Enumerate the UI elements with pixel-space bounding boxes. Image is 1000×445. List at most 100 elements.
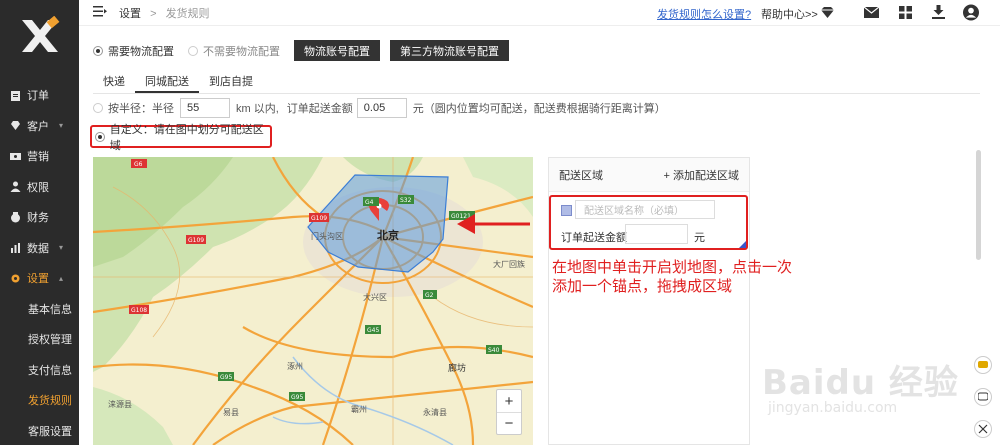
- sidebar-subitem-authorization[interactable]: 授权管理: [0, 324, 79, 355]
- user-icon: [9, 181, 21, 193]
- breadcrumb-separator: >: [150, 7, 157, 20]
- top-bar: 设置 > 发货规则 发货规则怎么设置? 帮助中心>>: [79, 0, 1000, 26]
- radio-radius-rule[interactable]: [93, 103, 103, 113]
- sidebar-item-orders[interactable]: 订单: [0, 80, 79, 111]
- panel-header: 配送区域 + 添加配送区域: [549, 158, 749, 192]
- sidebar-item-label: 订单: [27, 90, 49, 103]
- panel-title: 配送区域: [559, 169, 603, 182]
- delivery-zone-panel: 配送区域 + 添加配送区域 配送区域名称（必填） 订单起送金额 元: [548, 157, 750, 445]
- sidebar-item-permissions[interactable]: 权限: [0, 172, 79, 203]
- sidebar-item-label: 营销: [27, 151, 49, 164]
- radius-rule-row: 按半径：半径 55 km 以内, 订单起送金额 0.05 元（圆内位置均可配送，…: [93, 98, 666, 118]
- sidebar-subitem-label: 客服设置: [28, 425, 72, 438]
- bar-chart-icon: [9, 242, 21, 254]
- delivery-tabs: 快递 同城配送 到店自提: [93, 72, 980, 94]
- help-center-link[interactable]: 帮助中心>>: [761, 6, 818, 22]
- radio-no-logistics[interactable]: [188, 45, 198, 56]
- sidebar-subitem-payment[interactable]: 支付信息: [0, 355, 79, 386]
- breadcrumb-current: 发货规则: [165, 7, 210, 20]
- sidebar-subitem-shipping-rules[interactable]: 发货规则: [0, 385, 79, 416]
- mail-icon[interactable]: [863, 4, 879, 20]
- map-zoom-control: + −: [496, 389, 522, 435]
- sidebar-item-label: 权限: [27, 181, 49, 194]
- radio-need-logistics[interactable]: [93, 45, 103, 56]
- svg-text:大兴区: 大兴区: [363, 292, 387, 302]
- help-link[interactable]: 发货规则怎么设置?: [657, 6, 751, 22]
- sidebar-subitem-label: 支付信息: [28, 364, 72, 377]
- chevron-down-icon: ▾: [59, 243, 64, 253]
- sidebar-subitem-label: 授权管理: [28, 334, 72, 347]
- tab-local-delivery[interactable]: 同城配送: [135, 72, 199, 93]
- red-arrow-icon: [457, 214, 530, 234]
- radius-input[interactable]: 55: [180, 98, 230, 118]
- watermark-url: jingyan.baidu.com: [768, 400, 898, 416]
- menu-toggle-icon[interactable]: [93, 5, 107, 20]
- breadcrumb-root[interactable]: 设置: [119, 8, 141, 20]
- app-logo-icon: [21, 16, 59, 52]
- add-zone-button[interactable]: + 添加配送区域: [664, 167, 739, 183]
- zone-fee-input[interactable]: [625, 224, 688, 244]
- svg-text:门头沟区: 门头沟区: [311, 231, 343, 241]
- tab-express[interactable]: 快递: [93, 72, 135, 93]
- zoom-in-button[interactable]: +: [497, 390, 521, 412]
- diamond-icon[interactable]: [819, 4, 835, 20]
- logistics-account-button[interactable]: 物流账号配置: [294, 40, 380, 61]
- sidebar-item-settings[interactable]: 设置 ▴: [0, 263, 79, 294]
- svg-text:G95: G95: [291, 394, 303, 401]
- delivery-map[interactable]: G6 G109 G109 G108 G95 G4 S32 G2 G45 S40 …: [93, 157, 533, 445]
- city-label-beijing: 北京: [377, 228, 399, 242]
- annotation-line: 在地图中单击开启划地图，点击一次: [552, 259, 793, 276]
- sidebar-subitem-basic-info[interactable]: 基本信息: [0, 294, 79, 325]
- svg-text:霸州: 霸州: [351, 405, 367, 414]
- avatar-icon[interactable]: [963, 4, 979, 20]
- tab-store-pickup[interactable]: 到店自提: [199, 72, 263, 93]
- gear-icon: [9, 272, 21, 284]
- zone-color-swatch[interactable]: [561, 205, 572, 216]
- logistics-options: 需要物流配置 不需要物流配置 物流账号配置 第三方物流账号配置: [93, 40, 519, 61]
- sidebar-item-marketing[interactable]: 营销: [0, 141, 79, 172]
- svg-text:大厂回族: 大厂回族: [493, 259, 525, 269]
- sidebar: 订单 客户 ▾ 营销 权限 财务 数据 ▾ 设置 ▴ 基本信息 授权管理 支付信…: [0, 0, 79, 445]
- wallet-icon: [9, 211, 21, 223]
- min-order-label: 订单起送金额: [286, 103, 353, 115]
- message-icon[interactable]: [974, 388, 992, 406]
- zone-fee-unit: 元: [694, 232, 705, 244]
- svg-text:G45: G45: [367, 327, 379, 334]
- min-order-input[interactable]: 0.05: [356, 98, 407, 118]
- collapse-icon[interactable]: [974, 420, 992, 438]
- logo[interactable]: [0, 0, 79, 72]
- sidebar-subitem-customer-service[interactable]: 客服设置: [0, 416, 79, 445]
- grid-icon[interactable]: [897, 4, 913, 20]
- third-party-logistics-button[interactable]: 第三方物流账号配置: [390, 40, 509, 61]
- zone-entry: 配送区域名称（必填） 订单起送金额 元: [549, 195, 748, 250]
- page-scrollbar[interactable]: [976, 150, 981, 260]
- sidebar-subitem-label: 发货规则: [28, 395, 72, 408]
- diamond-icon: [9, 120, 21, 132]
- radio-custom-rule[interactable]: [95, 131, 105, 142]
- svg-text:G4: G4: [365, 199, 374, 206]
- custom-rule-highlight[interactable]: 自定义：请在图中划分可配送区域: [90, 124, 272, 152]
- sidebar-item-label: 设置: [27, 273, 49, 286]
- chevron-down-icon: ▾: [59, 121, 64, 131]
- radio-label: 需要物流配置: [108, 45, 174, 58]
- instruction-annotation: 在地图中单击开启划地图，点击一次 添加一个锚点，拖拽成区域: [552, 258, 852, 296]
- sidebar-item-data[interactable]: 数据 ▾: [0, 233, 79, 264]
- svg-text:涞源县: 涞源县: [108, 400, 132, 409]
- svg-text:S32: S32: [400, 197, 412, 204]
- sidebar-item-label: 客户: [27, 120, 49, 133]
- radius-label: 按半径：半径: [108, 103, 174, 115]
- clipboard-icon: [9, 89, 21, 101]
- sidebar-item-customers[interactable]: 客户 ▾: [0, 111, 79, 142]
- zone-name-input[interactable]: 配送区域名称（必填）: [575, 200, 715, 219]
- svg-text:G108: G108: [131, 307, 147, 314]
- sidebar-item-finance[interactable]: 财务: [0, 202, 79, 233]
- sidebar-item-label: 财务: [27, 212, 49, 225]
- watermark: Baidu 经验: [762, 363, 959, 403]
- chat-icon[interactable]: [974, 356, 992, 374]
- svg-text:S40: S40: [488, 347, 500, 354]
- radius-unit: km 以内,: [236, 103, 279, 115]
- sidebar-item-label: 数据: [27, 242, 49, 255]
- download-icon[interactable]: [930, 4, 946, 20]
- zoom-out-button[interactable]: −: [497, 412, 521, 434]
- breadcrumb: 设置 > 发货规则: [119, 5, 210, 21]
